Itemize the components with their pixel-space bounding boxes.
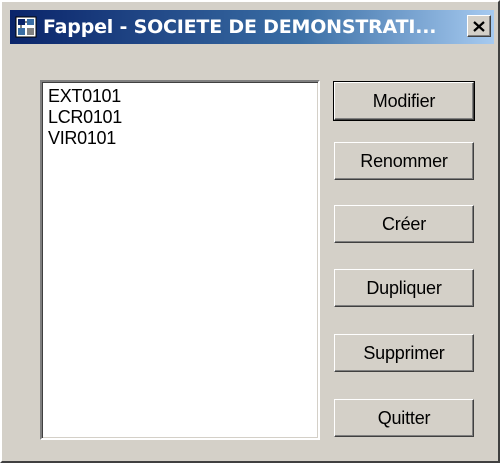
list-item[interactable]: VIR0101 (48, 128, 312, 149)
list-item[interactable]: LCR0101 (48, 107, 312, 128)
modifier-button[interactable]: Modifier (333, 81, 475, 121)
creer-button[interactable]: Créer (334, 205, 474, 243)
close-icon (473, 20, 485, 32)
quitter-button[interactable]: Quitter (334, 399, 474, 437)
list-item[interactable]: EXT0101 (48, 86, 312, 107)
renommer-button[interactable]: Renommer (334, 142, 474, 180)
title-bar[interactable]: Fappel - SOCIETE DE DEMONSTRATI... (10, 10, 494, 44)
app-icon (15, 16, 37, 38)
supprimer-button[interactable]: Supprimer (334, 334, 474, 372)
code-listbox[interactable]: EXT0101 LCR0101 VIR0101 (40, 80, 320, 440)
dialog-window: Fappel - SOCIETE DE DEMONSTRATI... EXT01… (0, 0, 500, 463)
window-title: Fappel - SOCIETE DE DEMONSTRATI... (43, 16, 437, 38)
close-button[interactable] (467, 15, 491, 37)
dupliquer-button[interactable]: Dupliquer (334, 269, 474, 307)
